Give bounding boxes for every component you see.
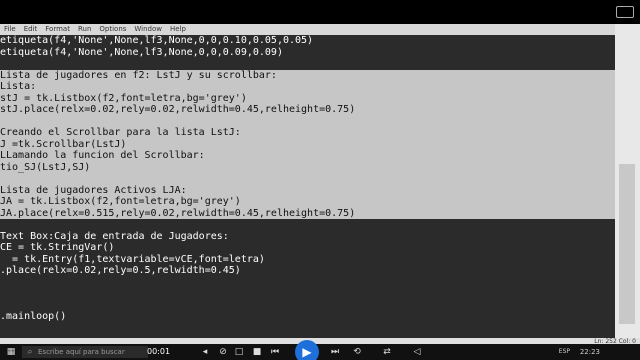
media-time: 00:01	[147, 347, 171, 356]
stop-icon[interactable]: ⊘	[218, 347, 228, 357]
code-line[interactable]	[0, 115, 615, 127]
code-line[interactable]: JA.place(relx=0.515,rely=0.02,relwidth=0…	[0, 207, 615, 219]
skip-back-icon[interactable]: ⏮	[270, 347, 280, 357]
code-editor[interactable]: etiqueta(f4,'None',None,lf3,None,0,0,0.1…	[0, 35, 615, 340]
search-icon: ⌕	[27, 347, 33, 357]
language-indicator[interactable]: ESP	[559, 344, 570, 360]
code-line[interactable]	[0, 58, 615, 70]
menu-edit[interactable]: Edit	[20, 24, 42, 35]
system-clock: 22:23	[579, 348, 600, 356]
code-line[interactable]	[0, 300, 615, 312]
code-line[interactable]: Text Box:Caja de entrada de Jugadores:	[0, 231, 615, 243]
code-line[interactable]: .place(relx=0.02,rely=0.5,relwidth=0.45)	[0, 265, 615, 277]
windows-start-icon[interactable]: ▦	[6, 347, 16, 357]
skip-forward-icon[interactable]: ⏭	[330, 347, 340, 357]
window-restore-icon[interactable]	[616, 6, 634, 18]
menu-bar: File Edit Format Run Options Window Help	[0, 24, 615, 35]
code-line[interactable]	[0, 288, 615, 300]
menu-run[interactable]: Run	[74, 24, 95, 35]
code-line[interactable]: stJ = tk.Listbox(f2,font=letra,bg='grey'…	[0, 92, 615, 104]
code-line[interactable]	[0, 173, 615, 185]
title-bar	[0, 0, 640, 24]
code-line[interactable]: .mainloop()	[0, 311, 615, 323]
editor-scrollbar[interactable]	[615, 24, 640, 340]
code-line[interactable]: Lista de jugadores en f2: LstJ y su scro…	[0, 69, 615, 81]
loop-icon[interactable]: ⟲	[352, 347, 362, 357]
code-line[interactable]: LLamando la funcion del Scrollbar:	[0, 150, 615, 162]
code-line[interactable]: stJ.place(relx=0.02,rely=0.02,relwidth=0…	[0, 104, 615, 116]
screen-recording-frame: File Edit Format Run Options Window Help…	[0, 0, 640, 360]
menu-format[interactable]: Format	[41, 24, 74, 35]
scrollbar-thumb[interactable]	[619, 164, 635, 324]
code-line[interactable]: JA = tk.Listbox(f2,font=letra,bg='grey')	[0, 196, 615, 208]
fullscreen-icon[interactable]: □	[234, 347, 244, 357]
search-input[interactable]: Escribe aquí para buscar	[22, 346, 148, 358]
taskbar: ▦ Escribe aquí para buscar ⌕ 00:01 ◂ ⊘ □…	[0, 344, 640, 360]
code-line[interactable]: Lista de jugadores Activos LJA:	[0, 184, 615, 196]
menu-options[interactable]: Options	[95, 24, 130, 35]
volume-icon[interactable]: ◁	[412, 347, 422, 357]
code-line[interactable]	[0, 277, 615, 289]
code-line[interactable]	[0, 219, 615, 231]
code-line[interactable]: tio_SJ(LstJ,SJ)	[0, 161, 615, 173]
code-line[interactable]: Lista:	[0, 81, 615, 93]
menu-file[interactable]: File	[0, 24, 20, 35]
code-line[interactable]: = tk.Entry(f1,textvariable=vCE,font=letr…	[0, 254, 615, 266]
code-line[interactable]: Creando el Scrollbar para la lista LstJ:	[0, 127, 615, 139]
menu-help[interactable]: Help	[166, 24, 190, 35]
stop-square-icon[interactable]: ■	[252, 347, 262, 357]
menu-window[interactable]: Window	[130, 24, 166, 35]
code-line[interactable]: etiqueta(f4,'None',None,lf3,None,0,0,0.0…	[0, 47, 615, 59]
code-line[interactable]: etiqueta(f4,'None',None,lf3,None,0,0,0.1…	[0, 35, 615, 47]
code-line[interactable]: J =tk.Scrollbar(LstJ)	[0, 138, 615, 150]
play-icon[interactable]: ▶	[295, 340, 319, 360]
code-line[interactable]: CE = tk.StringVar()	[0, 242, 615, 254]
shuffle-icon[interactable]: ⇄	[382, 347, 392, 357]
rewind-icon[interactable]: ◂	[200, 347, 210, 357]
